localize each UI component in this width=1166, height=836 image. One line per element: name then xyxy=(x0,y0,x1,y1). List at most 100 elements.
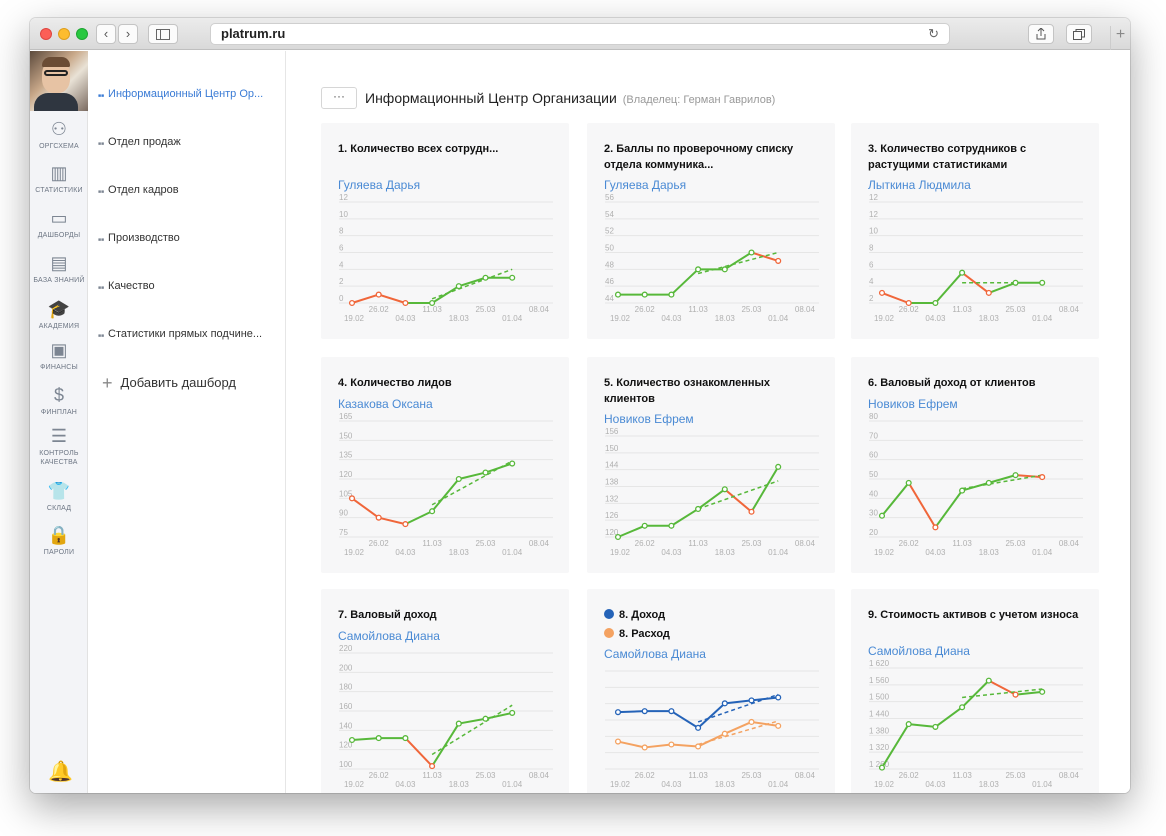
data-point[interactable] xyxy=(959,269,966,276)
data-point[interactable] xyxy=(641,522,648,529)
data-point[interactable] xyxy=(775,722,782,729)
stat-card[interactable]: 0 2 4 6 8 10 12 19.02 26.02 04.03 11.03 18.03 25.03 0… xyxy=(321,123,569,339)
stat-card[interactable]: 20 30 40 50 60 70 80 19.02 26.02 04.03 11.03 18.03 2… xyxy=(851,357,1099,573)
data-point[interactable] xyxy=(775,463,782,470)
data-point[interactable] xyxy=(402,299,409,307)
nav-org-chart[interactable]: ⚇ ОРГСХЕМА xyxy=(30,119,88,151)
data-point[interactable] xyxy=(775,257,782,264)
data-point[interactable] xyxy=(905,721,912,728)
stat-owner-link[interactable]: Новиков Ефрем xyxy=(604,412,694,426)
data-point[interactable] xyxy=(614,709,622,716)
data-point[interactable] xyxy=(375,291,382,298)
data-point[interactable] xyxy=(932,723,939,730)
maximize-window-button[interactable] xyxy=(76,28,88,40)
forward-button[interactable]: › xyxy=(118,24,138,44)
data-point[interactable] xyxy=(482,469,489,476)
more-options-button[interactable]: ··· xyxy=(321,87,357,109)
stat-card[interactable]: 44 46 48 50 52 54 56 19.02 26.02 04.03 11.03 18.03 2… xyxy=(587,123,835,339)
sidebar-toggle-button[interactable] xyxy=(148,24,178,44)
stat-owner-link[interactable]: Гуляева Дарья xyxy=(604,178,686,192)
data-point[interactable] xyxy=(721,700,728,707)
data-point[interactable] xyxy=(721,486,728,493)
nav-knowledge-base[interactable]: ▤ БАЗА ЗНАНИЙ xyxy=(30,253,88,285)
data-point[interactable] xyxy=(748,508,755,515)
sidebar-item-dashboard[interactable]: ■■ Статистики прямых подчине... xyxy=(98,328,262,340)
stat-owner-link[interactable]: Казакова Оксана xyxy=(338,397,433,411)
data-point[interactable] xyxy=(429,763,436,770)
data-point[interactable] xyxy=(1039,279,1046,286)
nav-finplan[interactable]: $ ФИНПЛАН xyxy=(30,385,88,417)
data-point[interactable] xyxy=(375,514,382,521)
data-point[interactable] xyxy=(695,724,702,731)
data-point[interactable] xyxy=(932,299,939,307)
stat-card[interactable]: 100 120 140 160 180 200 220 19.02 26.02 04.03 11.0… xyxy=(321,589,569,793)
sidebar-item-dashboard[interactable]: ■■ Качество xyxy=(98,280,155,292)
data-point[interactable] xyxy=(614,738,622,745)
data-point[interactable] xyxy=(878,289,886,296)
data-point[interactable] xyxy=(695,505,702,512)
minimize-window-button[interactable] xyxy=(58,28,70,40)
data-point[interactable] xyxy=(748,697,755,704)
nav-quality-control[interactable]: ☰ КОНТРОЛЬ КАЧЕСТВА xyxy=(30,426,88,467)
data-point[interactable] xyxy=(985,289,992,296)
data-point[interactable] xyxy=(1012,691,1019,698)
data-point[interactable] xyxy=(641,291,648,298)
sidebar-item-dashboard[interactable]: ■■ Информационный Центр Ор... xyxy=(98,88,263,100)
data-point[interactable] xyxy=(985,677,992,684)
stat-owner-link[interactable]: Самойлова Диана xyxy=(338,629,440,643)
data-point[interactable] xyxy=(748,249,755,256)
data-point[interactable] xyxy=(932,524,939,531)
stat-owner-link[interactable]: Новиков Ефрем xyxy=(868,397,958,411)
stat-owner-link[interactable]: Самойлова Диана xyxy=(868,644,970,658)
address-bar[interactable]: platrum.ru ↻ xyxy=(210,23,950,45)
data-point[interactable] xyxy=(668,291,675,298)
close-window-button[interactable] xyxy=(40,28,52,40)
nav-academy[interactable]: 🎓 АКАДЕМИЯ xyxy=(30,299,88,331)
data-point[interactable] xyxy=(402,735,409,742)
data-point[interactable] xyxy=(455,720,462,727)
data-point[interactable] xyxy=(614,291,622,298)
back-button[interactable]: ‹ xyxy=(96,24,116,44)
data-point[interactable] xyxy=(959,704,966,711)
data-point[interactable] xyxy=(1039,474,1046,481)
reload-icon[interactable]: ↻ xyxy=(928,24,939,44)
stat-card[interactable]: 1 260 1 320 1 380 1 440 1 500 1 560 1 620 19.02… xyxy=(851,589,1099,793)
data-point[interactable] xyxy=(614,533,622,541)
data-point[interactable] xyxy=(348,495,356,502)
tabs-overview-button[interactable] xyxy=(1066,24,1092,44)
stat-owner-link[interactable]: Гуляева Дарья xyxy=(338,178,420,192)
data-point[interactable] xyxy=(985,479,992,486)
data-point[interactable] xyxy=(668,708,675,715)
nav-finance[interactable]: ▣ ФИНАНСЫ xyxy=(30,340,88,372)
stat-card[interactable]: 75 90 105 120 135 150 165 19.02 26.02 04.03 11.03 1… xyxy=(321,357,569,573)
share-button[interactable] xyxy=(1028,24,1054,44)
notifications-bell-icon[interactable]: 🔔 xyxy=(48,759,73,784)
data-point[interactable] xyxy=(641,708,648,715)
data-point[interactable] xyxy=(878,512,886,519)
data-point[interactable] xyxy=(509,460,516,467)
stat-card[interactable]: 19.02 26.02 04.03 11.03 18.03 25.03 01.04 08.04… xyxy=(587,589,835,793)
stat-card[interactable]: 120 126 132 138 144 150 156 19.02 26.02 04.03 11.0… xyxy=(587,357,835,573)
data-point[interactable] xyxy=(695,266,702,273)
data-point[interactable] xyxy=(1012,472,1019,479)
data-point[interactable] xyxy=(509,709,516,716)
sidebar-item-dashboard[interactable]: ■■ Отдел кадров xyxy=(98,184,179,196)
data-point[interactable] xyxy=(721,730,728,737)
data-point[interactable] xyxy=(1039,688,1046,695)
data-point[interactable] xyxy=(348,299,356,307)
data-point[interactable] xyxy=(455,283,462,290)
nav-dashboard[interactable]: ▭ ДАШБОРДЫ xyxy=(30,208,88,240)
sidebar-item-dashboard[interactable]: ■■ Отдел продаж xyxy=(98,136,181,148)
data-point[interactable] xyxy=(695,743,702,750)
new-tab-button[interactable]: + xyxy=(1110,26,1130,50)
data-point[interactable] xyxy=(1012,279,1019,286)
data-point[interactable] xyxy=(905,299,912,307)
data-point[interactable] xyxy=(455,475,462,483)
stat-owner-link[interactable]: Лыткина Людмила xyxy=(868,178,971,192)
data-point[interactable] xyxy=(509,274,516,281)
stat-owner-link[interactable]: Самойлова Диана xyxy=(604,647,706,661)
nav-passwords[interactable]: 🔒 ПАРОЛИ xyxy=(30,525,88,557)
data-point[interactable] xyxy=(402,521,409,528)
nav-statistics[interactable]: ▥ СТАТИСТИКИ xyxy=(30,163,88,195)
data-point[interactable] xyxy=(348,736,356,744)
